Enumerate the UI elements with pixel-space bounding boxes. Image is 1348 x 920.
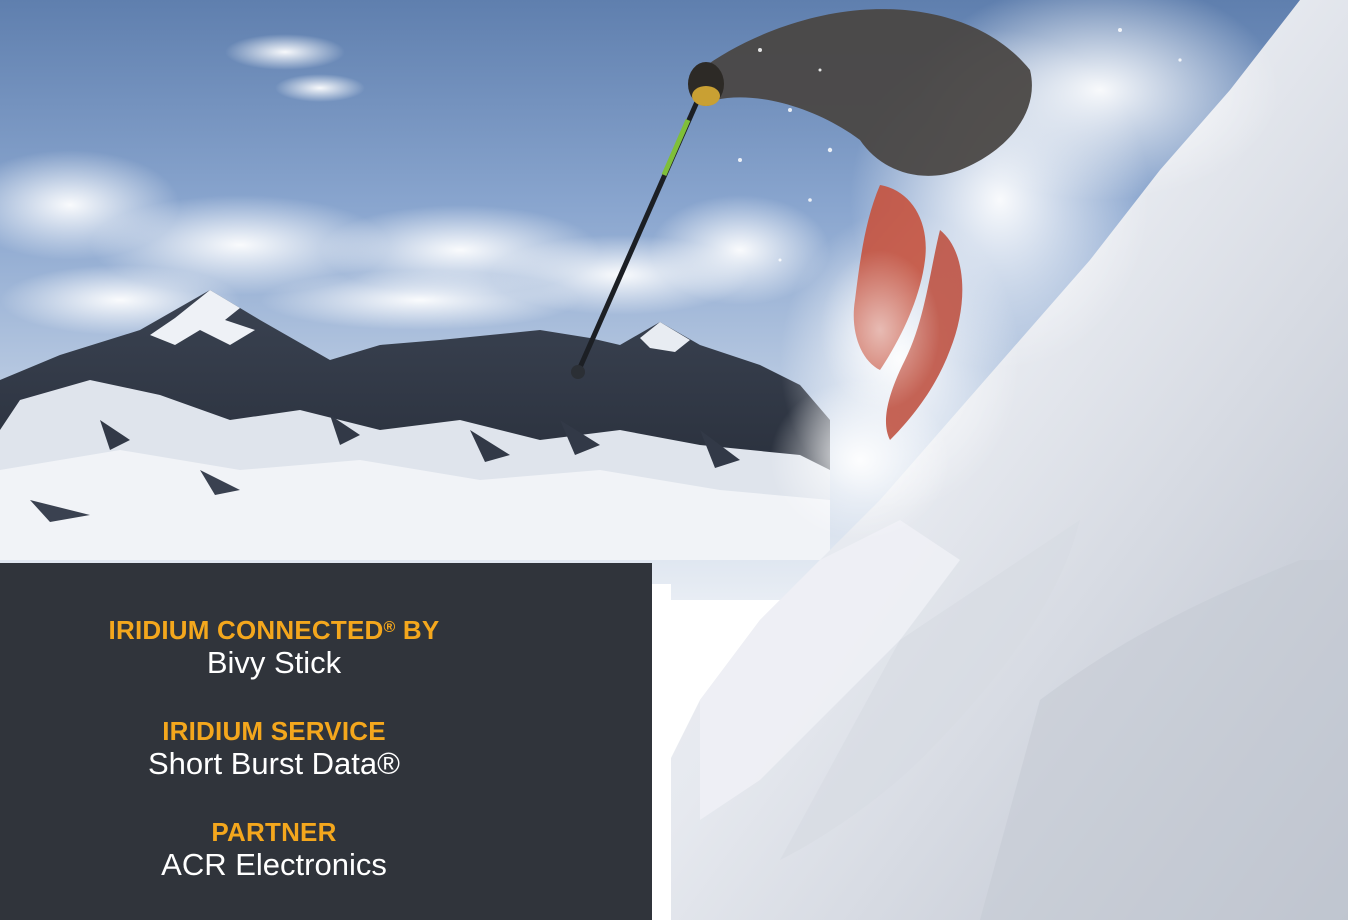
partner-value: ACR Electronics xyxy=(161,847,387,882)
partner-label: PARTNER xyxy=(211,817,337,847)
service-block: IRIDIUM SERVICE Short Burst Data® xyxy=(0,716,548,782)
partner-block: PARTNER ACR Electronics xyxy=(0,817,548,883)
info-panel: IRIDIUM CONNECTED® BY Bivy Stick IRIDIUM… xyxy=(0,563,652,920)
connected-by-label: IRIDIUM CONNECTED® BY xyxy=(0,615,548,645)
connected-by-label-text: IRIDIUM CONNECTED xyxy=(108,615,384,645)
service-label: IRIDIUM SERVICE xyxy=(162,716,386,746)
connected-by-block: IRIDIUM CONNECTED® BY Bivy Stick xyxy=(0,615,548,681)
registered-mark: ® xyxy=(383,619,396,636)
panel-divider xyxy=(652,584,671,920)
page: IRIDIUM CONNECTED® BY Bivy Stick IRIDIUM… xyxy=(0,0,1348,920)
service-value: Short Burst Data® xyxy=(148,746,400,781)
connected-by-value: Bivy Stick xyxy=(206,645,342,680)
connected-by-label-suffix: BY xyxy=(395,615,440,645)
